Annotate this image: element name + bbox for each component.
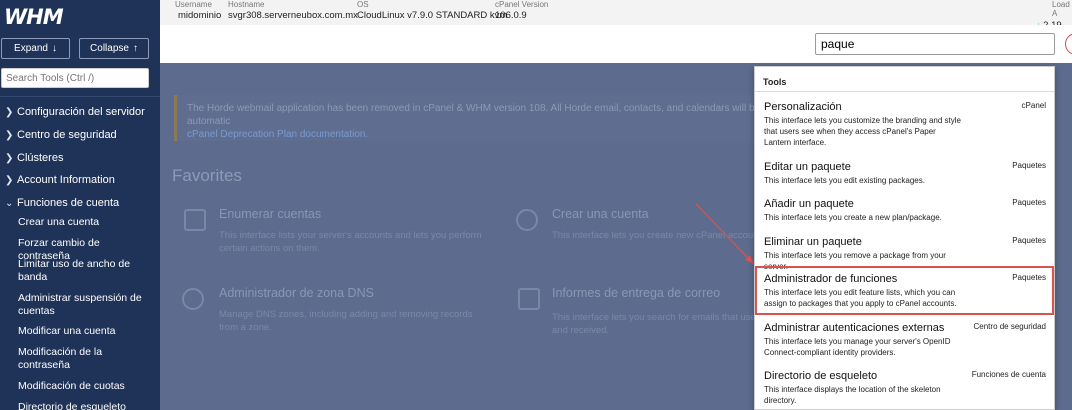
sidebar: WHM Expand ↓ Collapse ↑ ❯Configuración d… [0, 0, 160, 410]
sidebar-section-account-functions[interactable]: ⌄ Funciones de cuenta [5, 197, 119, 209]
sidebar-item-skeleton[interactable]: Directorio de esqueleto [18, 401, 150, 410]
username-label: Username [175, 0, 212, 9]
result-item[interactable]: Administrar autenticaciones externas Thi… [755, 322, 1054, 362]
expand-label: Expand [14, 43, 48, 54]
expand-button[interactable]: Expand ↓ [1, 38, 70, 59]
result-category: Paquetes [1012, 236, 1046, 245]
favorite-title[interactable]: Informes de entrega de correo [552, 286, 720, 300]
os-label: OS [357, 0, 369, 9]
chevron-right-icon: ❯ [5, 129, 14, 141]
highlight-box [755, 266, 1054, 315]
os-value: CloudLinux v7.9.0 STANDARD kvm [357, 10, 508, 21]
username-info: Username midominio [175, 0, 221, 22]
search-results-dropdown: Tools Personalización This interface let… [754, 66, 1055, 410]
hostname-label: Hostname [228, 0, 265, 9]
sidebar-item-modify-account[interactable]: Modificar una cuenta [18, 325, 150, 338]
result-category: cPanel [1021, 101, 1046, 110]
server-info-bar: Username midominio Hostname svgr308.serv… [160, 0, 1072, 31]
dns-icon [182, 288, 204, 310]
sidebar-section-security[interactable]: ❯ Centro de seguridad [5, 129, 117, 141]
result-item[interactable]: Directorio de esqueleto This interface d… [755, 370, 1054, 409]
sidebar-section-clusters[interactable]: ❯ Clústeres [5, 152, 63, 164]
dropdown-header: Tools [763, 77, 787, 87]
dropdown-divider [755, 91, 1054, 92]
plus-circle-icon [516, 209, 538, 231]
cpanel-version-value: 106.0.9 [495, 10, 527, 21]
load-label: Load A [1052, 0, 1070, 18]
sidebar-section-account-info[interactable]: ❯ Account Information [5, 174, 115, 186]
favorite-title[interactable]: Administrador de zona DNS [219, 286, 374, 300]
result-desc: This interface lets you create a new pla… [764, 213, 942, 222]
result-item[interactable]: Personalización This interface lets you … [755, 101, 1054, 151]
result-title: Añadir un paquete [764, 198, 854, 210]
result-category: Paquetes [1012, 161, 1046, 170]
notice-text: The Horde webmail application has been r… [187, 103, 761, 127]
result-title: Editar un paquete [764, 161, 851, 173]
result-desc: This interface lets you edit existing pa… [764, 176, 925, 185]
report-icon [518, 288, 540, 310]
result-item[interactable]: Eliminar un paquete This interface lets … [755, 236, 1054, 271]
result-item[interactable]: Editar un paquete This interface lets yo… [755, 161, 1054, 191]
search-row: ● [160, 25, 1072, 63]
chevron-right-icon: ❯ [5, 174, 14, 186]
collapse-button[interactable]: Collapse ↑ [79, 38, 149, 59]
result-title: Personalización [764, 101, 842, 113]
cpanel-version-label: cPanel Version [495, 0, 549, 9]
sidebar-section-label: Centro de seguridad [17, 129, 117, 141]
chevron-right-icon: ❯ [5, 152, 14, 164]
collapse-label: Collapse [90, 43, 129, 54]
os-info: OS CloudLinux v7.9.0 STANDARD kvm [357, 0, 507, 22]
result-title: Eliminar un paquete [764, 236, 862, 248]
sidebar-item-password-change[interactable]: Modificación de la contraseña [18, 346, 150, 372]
result-category: Funciones de cuenta [971, 370, 1046, 379]
result-category: Centro de seguridad [973, 322, 1047, 331]
favorite-title[interactable]: Enumerar cuentas [219, 207, 321, 221]
result-category: Paquetes [1012, 198, 1046, 207]
arrow-down-icon: ↓ [51, 43, 57, 54]
sidebar-item-create-account[interactable]: Crear una cuenta [18, 216, 150, 229]
result-title: Administrar autenticaciones externas [764, 322, 945, 334]
arrow-up-icon: ↑ [132, 43, 138, 54]
sidebar-item-bandwidth[interactable]: Limitar uso de ancho de banda [18, 258, 150, 284]
result-desc: This interface displays the location of … [764, 385, 941, 405]
result-item[interactable]: Añadir un paquete This interface lets yo… [755, 198, 1054, 228]
sidebar-section-label: Funciones de cuenta [17, 197, 120, 209]
cpanel-version-info: cPanel Version 106.0.9 [495, 0, 548, 22]
list-icon [184, 209, 206, 231]
username-value: midominio [178, 10, 222, 21]
sidebar-item-quota[interactable]: Modificación de cuotas [18, 380, 150, 393]
result-desc: This interface lets you customize the br… [764, 116, 961, 147]
sidebar-section-label: Clústeres [17, 152, 64, 164]
sidebar-divider [0, 96, 160, 97]
chevron-down-icon: ⌄ [5, 197, 14, 209]
tool-search-input[interactable] [815, 33, 1055, 55]
result-desc: This interface lets you manage your serv… [764, 337, 951, 357]
chevron-right-icon: ❯ [5, 106, 14, 118]
annotation-arrow-icon [695, 203, 754, 264]
whm-logo: WHM [4, 5, 64, 29]
favorite-desc: Manage DNS zones, including adding and r… [219, 309, 473, 333]
favorite-desc: This interface lists your server's accou… [219, 230, 482, 254]
hostname-value: svgr308.serverneubox.com.mx [228, 10, 358, 21]
sidebar-section-label: Configuración del servidor [17, 106, 145, 118]
notice-link[interactable]: cPanel Deprecation Plan documentation. [187, 128, 764, 141]
hostname-info: Hostname svgr308.serverneubox.com.mx [228, 0, 358, 22]
favorite-title[interactable]: Crear una cuenta [552, 207, 649, 221]
sidebar-search-input[interactable] [1, 68, 149, 88]
result-title: Directorio de esqueleto [764, 370, 878, 382]
user-menu-icon[interactable]: ● [1065, 33, 1072, 55]
favorites-title: Favorites [172, 166, 242, 185]
horde-notice: The Horde webmail application has been r… [174, 95, 764, 141]
sidebar-section-label: Account Information [17, 174, 115, 186]
sidebar-section-server-config[interactable]: ❯ Configuración del servidor [5, 106, 145, 118]
sidebar-item-suspension[interactable]: Administrar suspensión de cuentas [18, 292, 150, 318]
